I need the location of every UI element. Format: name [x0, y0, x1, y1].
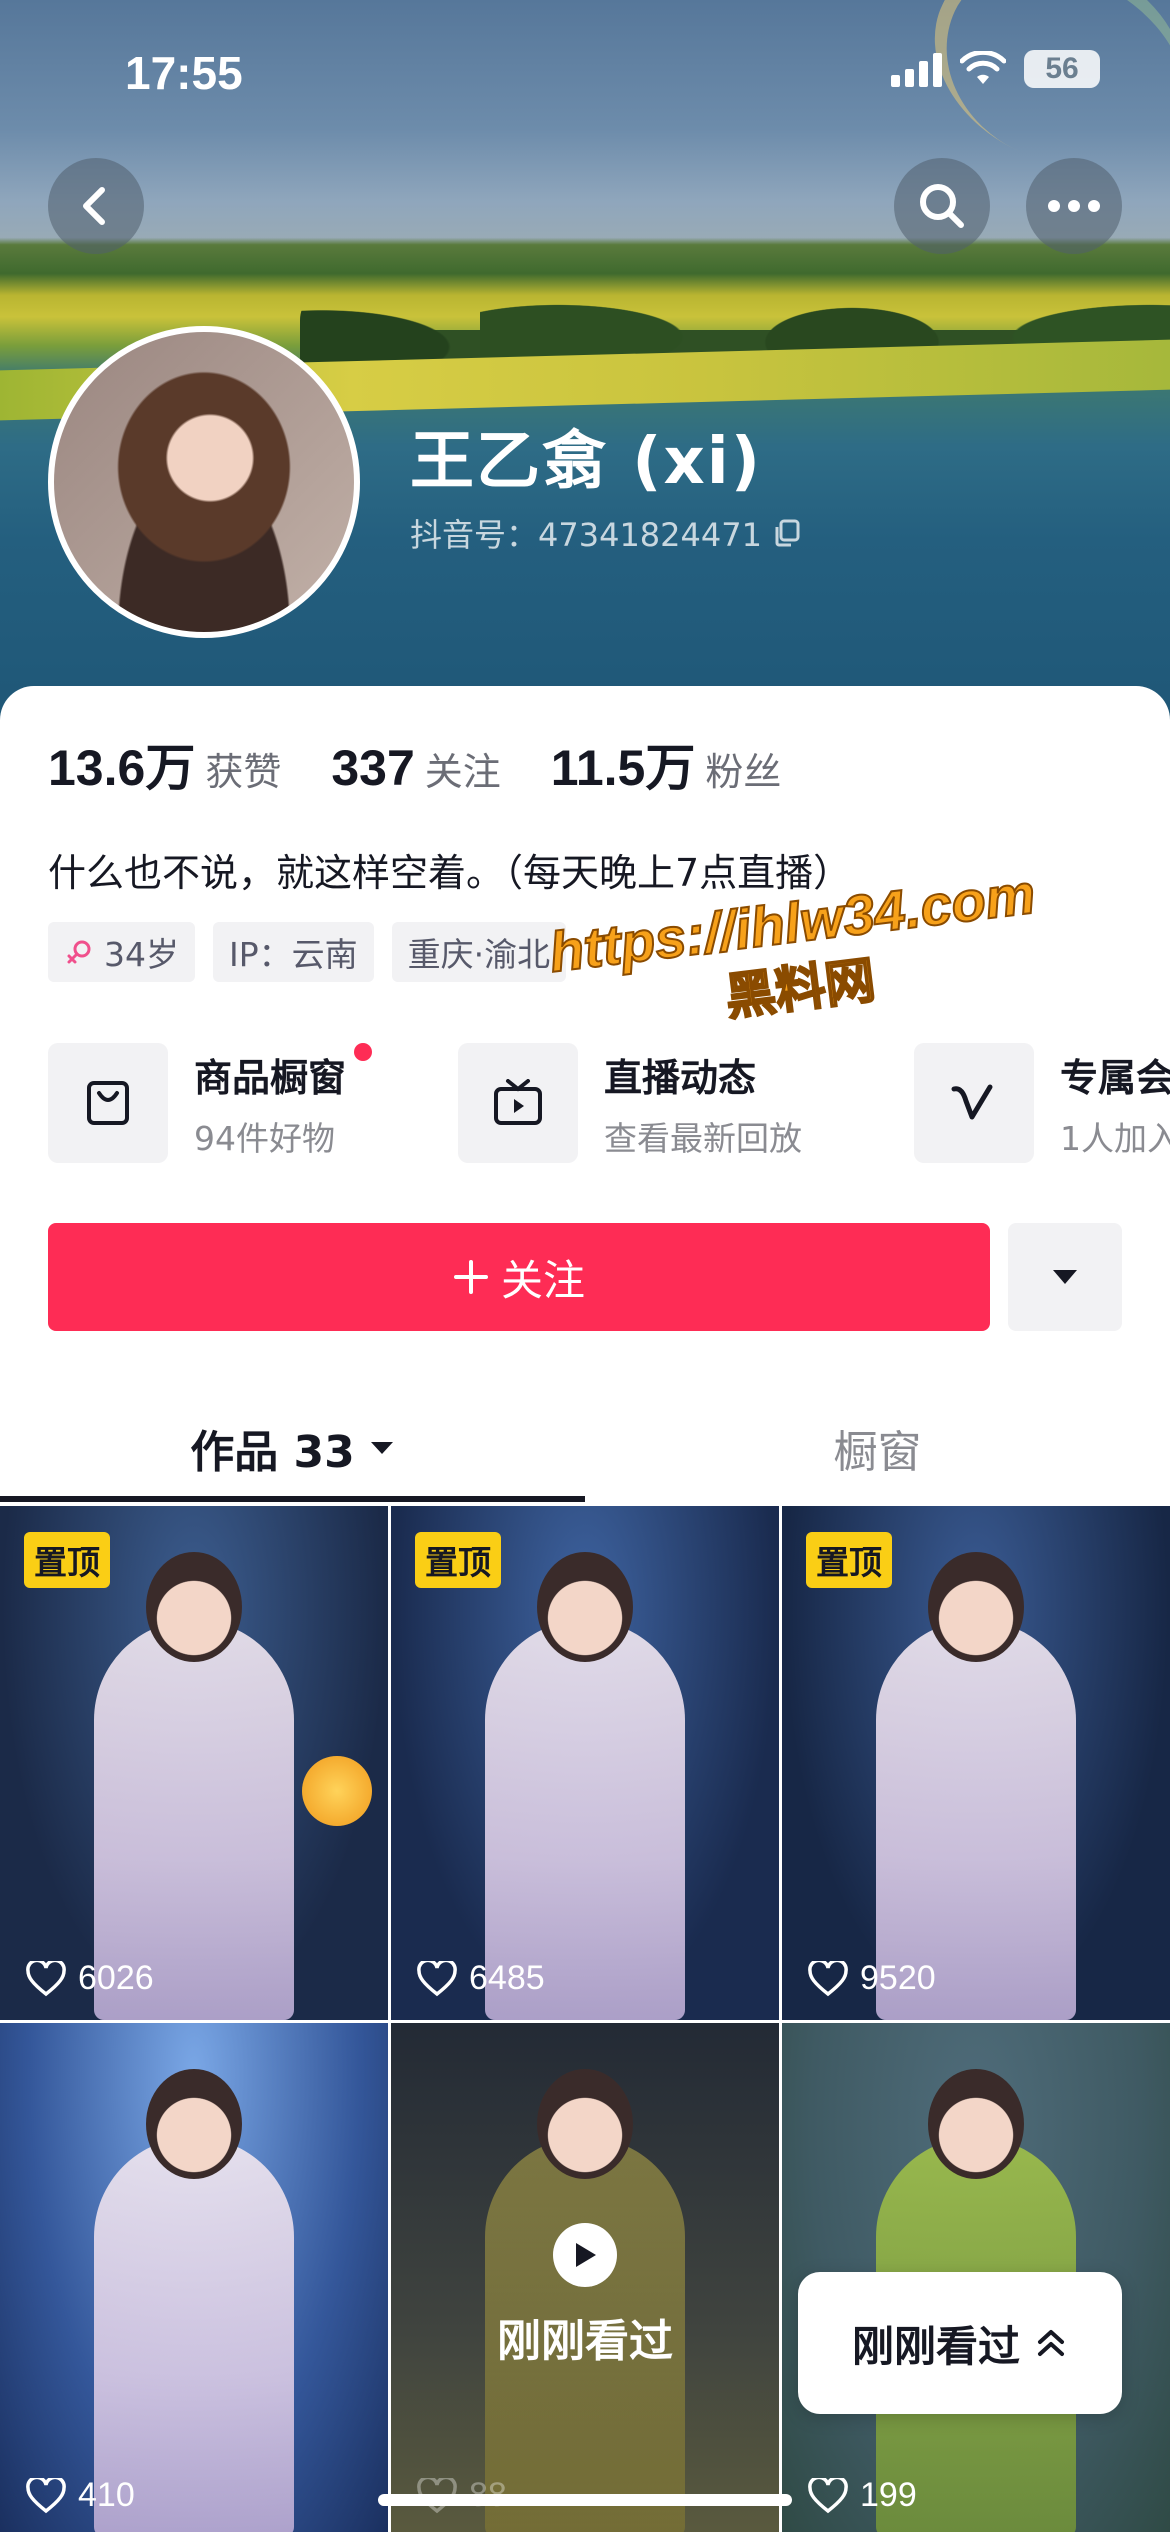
recommend-dropdown-button[interactable] — [1008, 1223, 1122, 1331]
tab-shop-window[interactable]: 橱窗 — [585, 1388, 1170, 1508]
video-tile-just-watched[interactable]: 刚刚看过 88 — [391, 2023, 779, 2532]
tab-works-label: 作品 33 — [190, 1427, 355, 1478]
stat-followers-value: 11.5万 — [550, 740, 696, 796]
video-tile[interactable]: 置顶 6026 — [0, 1506, 388, 2020]
play-icon — [553, 2223, 617, 2287]
notification-dot — [354, 1042, 373, 1061]
shortcut-shop-window[interactable]: 商品橱窗 94件好物 — [48, 1042, 458, 1164]
tab-works[interactable]: 作品 33 — [0, 1388, 585, 1508]
video-tile[interactable]: 置顶 6485 — [391, 1506, 779, 2020]
location-tag: 重庆·渝北 — [391, 922, 567, 982]
pinned-badge: 置顶 — [24, 1532, 110, 1588]
follow-label: 关注 — [500, 1255, 585, 1305]
heart-icon — [808, 2477, 848, 2513]
pinned-badge: 置顶 — [806, 1532, 892, 1588]
like-count: 410 — [26, 2476, 135, 2515]
like-count: 9520 — [808, 1959, 936, 1998]
age-tag: 34岁 — [48, 922, 195, 982]
heart-icon — [26, 2477, 66, 2513]
stat-following[interactable]: 337 关注 — [331, 739, 500, 797]
shortcut-row: 商品橱窗 94件好物 直播动态 查看最新回放 专属会 1人加入 — [48, 1042, 1170, 1164]
video-tile[interactable]: 410 — [0, 2023, 388, 2532]
active-tab-indicator — [0, 1496, 585, 1502]
avatar[interactable] — [48, 326, 360, 638]
home-indicator[interactable] — [378, 2494, 792, 2506]
shortcut-live-sub: 查看最新回放 — [604, 1118, 802, 1158]
profile-bio: 什么也不说，就这样空着。（每天晚上7点直播） — [48, 851, 852, 895]
shortcut-live-title: 直播动态 — [604, 1055, 757, 1100]
stat-followers[interactable]: 11.5万 粉丝 — [551, 728, 782, 800]
stat-following-label: 关注 — [424, 750, 501, 794]
age-text: 34岁 — [104, 935, 179, 974]
more-dots-icon — [1048, 200, 1100, 212]
follow-button[interactable]: 关注 — [48, 1223, 990, 1331]
stat-likes-label: 获赞 — [205, 750, 282, 794]
female-icon — [67, 940, 91, 964]
plus-icon — [453, 1260, 488, 1294]
shortcut-member-sub: 1人加入 — [1060, 1118, 1170, 1158]
status-time: 17:55 — [125, 47, 243, 99]
ip-tag: IP：云南 — [213, 922, 374, 982]
stat-followers-label: 粉丝 — [705, 750, 782, 794]
shortcut-live-updates[interactable]: 直播动态 查看最新回放 — [458, 1042, 914, 1164]
like-count: 6026 — [26, 1959, 154, 1998]
just-watched-overlay: 刚刚看过 — [391, 2223, 779, 2369]
stat-likes[interactable]: 13.6万 获赞 — [48, 728, 281, 800]
shopping-bag-icon — [48, 1043, 168, 1163]
stat-likes-value: 13.6万 — [48, 740, 196, 796]
just-watched-button[interactable]: 刚刚看过 — [798, 2272, 1122, 2414]
heart-icon — [26, 1960, 66, 1996]
heart-icon — [808, 1960, 848, 1996]
tv-icon — [458, 1043, 578, 1163]
shortcut-membership[interactable]: 专属会 1人加入 — [914, 1042, 1170, 1164]
just-watched-label: 刚刚看过 — [851, 2321, 1020, 2371]
like-count: 6485 — [417, 1959, 545, 1998]
wifi-icon — [960, 51, 1006, 84]
like-count: 199 — [808, 2476, 917, 2515]
douyin-id-text: 抖音号：47341824471 — [410, 516, 762, 554]
more-button[interactable] — [1026, 158, 1122, 254]
video-tile[interactable]: 置顶 9520 — [782, 1506, 1170, 2020]
v-badge-icon — [914, 1043, 1034, 1163]
status-icons: 56 — [891, 50, 1100, 88]
copy-icon — [775, 519, 800, 547]
profile-tabs: 作品 33 橱窗 — [0, 1388, 1170, 1508]
profile-stats: 13.6万 获赞 337 关注 11.5万 粉丝 — [48, 728, 831, 800]
douyin-id[interactable]: 抖音号：47341824471 — [410, 510, 802, 556]
shortcut-member-title: 专属会 — [1060, 1055, 1170, 1100]
double-chevron-up-icon — [1038, 2330, 1064, 2356]
battery-icon: 56 — [1024, 50, 1100, 88]
heart-icon — [417, 1960, 457, 1996]
profile-name: 王乙翕 (xi) — [410, 425, 762, 499]
thumbs-up-icon — [302, 1756, 372, 1826]
caret-down-icon — [1053, 1270, 1077, 1284]
profile-tags: 34岁 IP：云南 重庆·渝北 — [48, 922, 567, 982]
stat-following-value: 337 — [331, 740, 415, 796]
caret-down-icon — [370, 1442, 393, 1454]
search-icon — [920, 184, 964, 228]
signal-icon — [891, 51, 942, 87]
shortcut-shop-sub: 94件好物 — [194, 1118, 335, 1158]
back-button[interactable] — [48, 158, 144, 254]
shortcut-shop-title: 商品橱窗 — [194, 1042, 373, 1102]
chevron-left-icon — [83, 187, 105, 225]
just-watched-text: 刚刚看过 — [497, 2316, 673, 2367]
pinned-badge: 置顶 — [415, 1532, 501, 1588]
search-button[interactable] — [894, 158, 990, 254]
